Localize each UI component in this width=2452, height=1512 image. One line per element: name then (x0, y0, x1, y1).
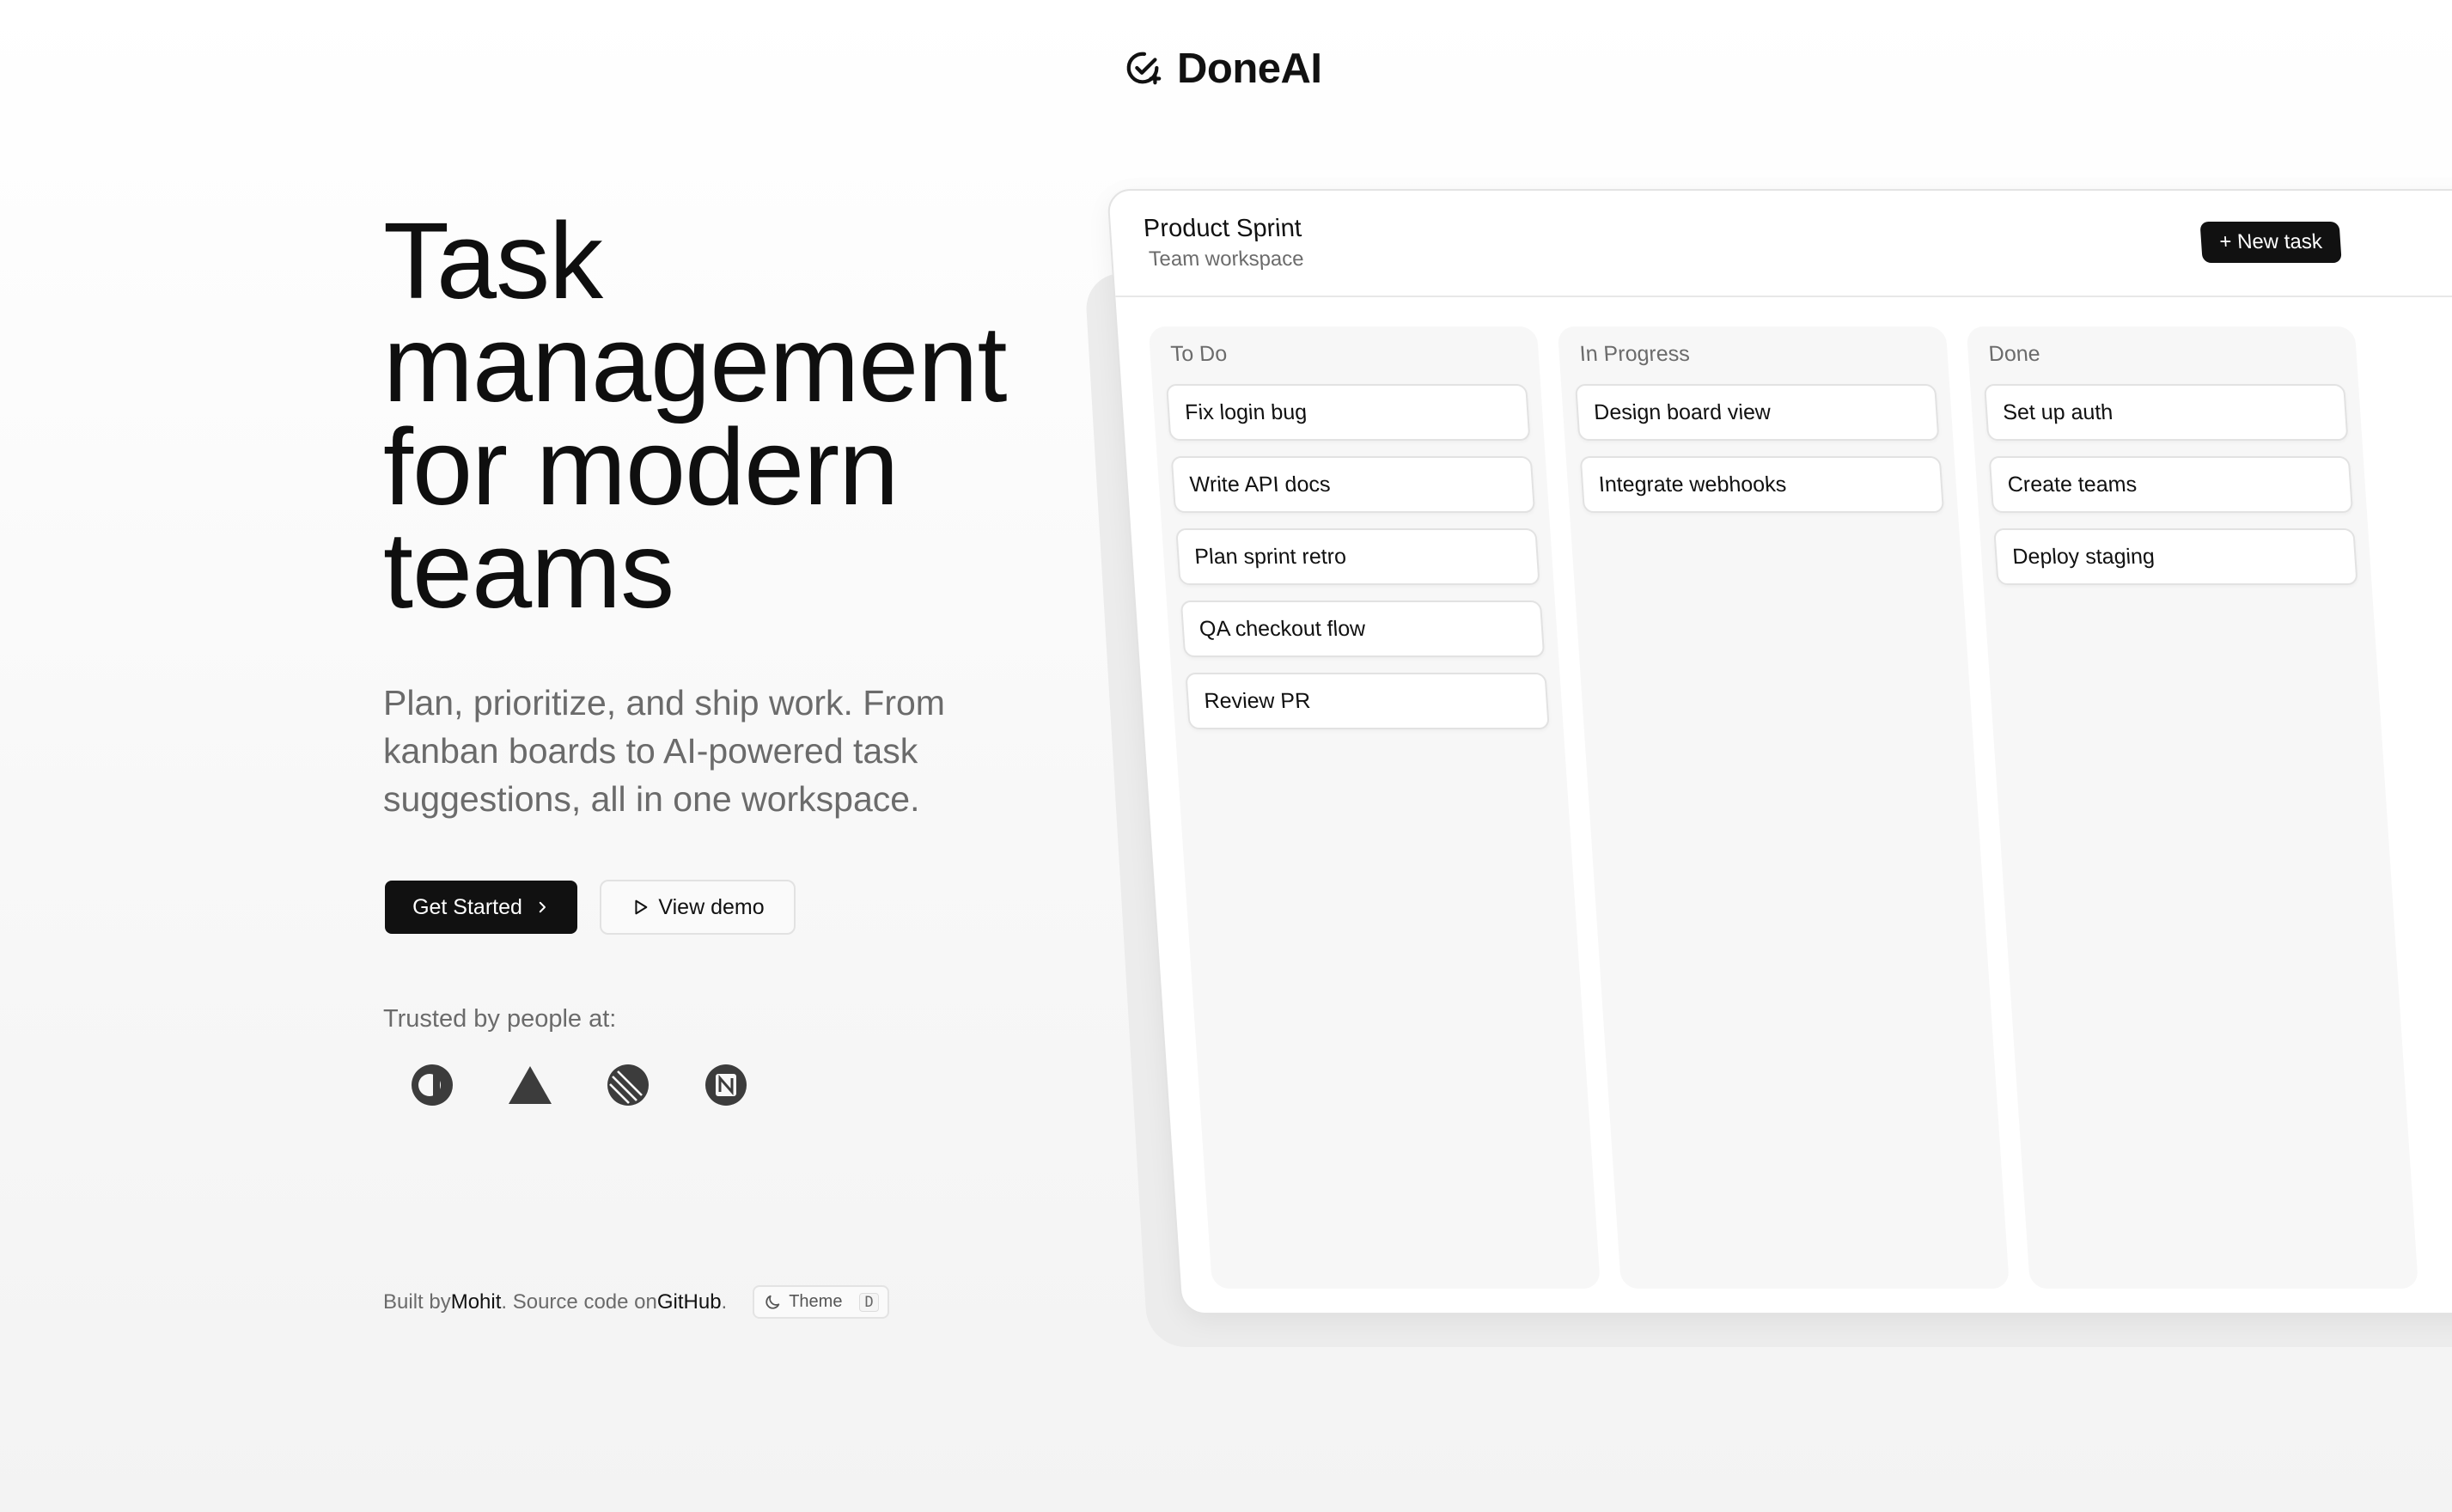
task-card[interactable]: Design board view (1575, 384, 1940, 441)
board-header: Product Sprint Team workspace + New task (1108, 191, 2452, 297)
board-subtitle: Team workspace (1148, 247, 1305, 271)
hero-subtitle: Plan, prioritize, and ship work. From ka… (383, 679, 1036, 823)
hero-title-line: for modern (383, 406, 899, 527)
footer: Built by Mohit . Source code on GitHub .… (383, 1285, 889, 1319)
cal-logo-icon (409, 1062, 455, 1108)
hero-title: Task management for modern teams (383, 200, 1070, 631)
task-card[interactable]: QA checkout flow (1180, 601, 1546, 657)
linear-logo-icon (605, 1062, 651, 1108)
task-card[interactable]: Set up auth (1984, 384, 2349, 441)
theme-shortcut-key: D (859, 1292, 879, 1312)
task-card[interactable]: Write API docs (1170, 456, 1536, 513)
play-icon (635, 899, 648, 915)
task-card[interactable]: Fix login bug (1166, 384, 1531, 441)
hero-subtitle-line: Plan, prioritize, and ship work. From (383, 683, 945, 722)
moon-icon (765, 1295, 780, 1309)
column-todo: To Do Fix login bug Write API docs Plan … (1148, 326, 1601, 1289)
brand-name: DoneAI (1177, 46, 1322, 92)
task-card[interactable]: Integrate webhooks (1579, 456, 1945, 513)
hero-title-line: teams (383, 509, 674, 631)
task-card[interactable]: Create teams (1988, 456, 2354, 513)
view-demo-label: View demo (658, 894, 765, 919)
hero-subtitle-line: suggestions, all in one workspace. (383, 779, 920, 819)
task-card[interactable]: Deploy staging (1993, 528, 2358, 585)
task-card[interactable]: Plan sprint retro (1175, 528, 1540, 585)
task-card[interactable]: Review PR (1185, 673, 1550, 729)
chevron-right-icon (539, 901, 546, 913)
hero-title-line: management (383, 303, 1007, 424)
notion-logo-icon (703, 1062, 749, 1108)
column-title: To Do (1169, 342, 1228, 366)
column-title: In Progress (1578, 342, 1691, 366)
trusted-logos (409, 1062, 749, 1108)
check-sparkle-icon (1126, 52, 1162, 85)
theme-toggle-button[interactable]: Theme D (753, 1285, 889, 1319)
view-demo-button[interactable]: View demo (600, 880, 796, 935)
column-done: Done Set up auth Create teams Deploy sta… (1966, 326, 2419, 1289)
footer-source-text: . Source code on (501, 1289, 657, 1314)
get-started-button[interactable]: Get Started (385, 881, 577, 934)
board-columns: To Do Fix login bug Write API docs Plan … (1148, 326, 2419, 1289)
board-title: Product Sprint (1142, 215, 1302, 242)
new-task-button[interactable]: + New task (2199, 222, 2342, 263)
column-in-progress: In Progress Design board view Integrate … (1557, 326, 2010, 1289)
footer-suffix: . (721, 1289, 728, 1314)
brand-logo[interactable]: DoneAI (1124, 45, 1322, 93)
hero-subtitle-line: kanban boards to AI-powered task (383, 731, 918, 771)
kanban-board: Product Sprint Team workspace + New task… (1107, 189, 2452, 1314)
get-started-label: Get Started (412, 894, 522, 919)
author-link[interactable]: Mohit (451, 1290, 502, 1314)
footer-built-by: Built by (383, 1289, 451, 1314)
column-title: Done (1987, 342, 2041, 366)
hero-title-line: Task (383, 200, 603, 321)
landing-page: DoneAI Task management for modern teams … (0, 0, 2452, 1512)
theme-label: Theme (789, 1292, 843, 1311)
github-link[interactable]: GitHub (657, 1290, 722, 1314)
trusted-label: Trusted by people at: (383, 1005, 617, 1033)
vercel-triangle-icon (507, 1062, 553, 1108)
